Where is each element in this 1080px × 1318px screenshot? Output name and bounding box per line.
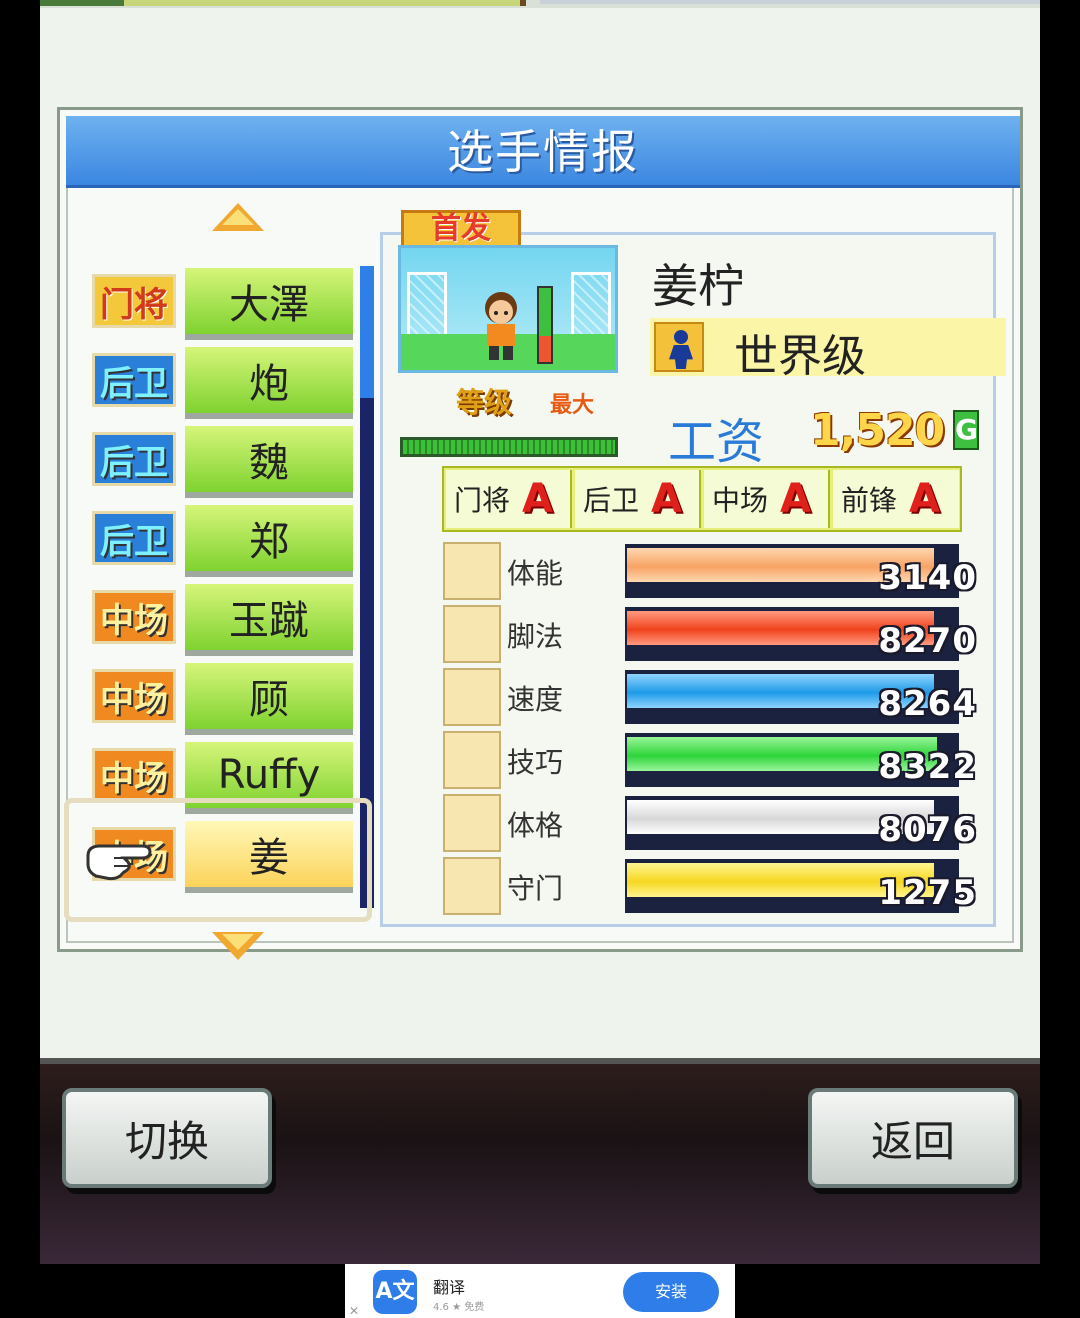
- player-name-button[interactable]: 郑: [185, 505, 353, 577]
- ad-title: 翻译: [433, 1278, 466, 1297]
- scroll-down-arrow-icon[interactable]: [212, 932, 264, 960]
- grade-badge: A: [909, 476, 940, 522]
- level-bar: [400, 437, 618, 457]
- grade-badge: A: [522, 476, 553, 522]
- stat-value: 8264: [878, 684, 977, 724]
- stat-value: 1275: [878, 873, 977, 913]
- pointing-hand-icon: [86, 844, 152, 881]
- stat-value: 8076: [878, 810, 977, 850]
- roster-row[interactable]: 中场 顾: [90, 661, 380, 739]
- salary-label: 工资: [668, 414, 765, 470]
- stat-row: 体能 3140: [443, 538, 983, 600]
- aptitude-forward: 前锋 A: [833, 470, 959, 528]
- player-portrait: [398, 245, 618, 373]
- stat-row: 技巧 8322: [443, 727, 983, 789]
- ad-rating: 4.6 ★ 免费: [433, 1302, 485, 1313]
- player-info-dialog: 选手情报 门将 大澤 后卫 炮 后卫 魏 后卫 郑 中场 玉蹴 中场 顾 中场 …: [57, 107, 1023, 960]
- battery-icon: [443, 542, 501, 600]
- roster-row[interactable]: 门将 大澤: [90, 266, 380, 344]
- position-badge: 后卫: [92, 432, 176, 486]
- position-badge: 中场: [92, 748, 176, 802]
- running-icon: [443, 668, 501, 726]
- glove-icon: [443, 857, 501, 915]
- roster-row[interactable]: 中场 玉蹴: [90, 582, 380, 660]
- grade-badge: A: [651, 476, 682, 522]
- close-icon[interactable]: ✕: [349, 1304, 359, 1318]
- stat-row: 守门 1275: [443, 853, 983, 915]
- player-name-title: 姜柠: [652, 259, 744, 313]
- page-title: 选手情报: [447, 125, 639, 179]
- boot-icon: [443, 605, 501, 663]
- person-icon: [654, 322, 704, 372]
- player-name-button[interactable]: 玉蹴: [185, 584, 353, 656]
- player-sprite-icon: [485, 292, 517, 360]
- top-status-bar: [40, 0, 1040, 8]
- aptitude-midfielder: 中场 A: [704, 470, 830, 528]
- aptitude-defender: 后卫 A: [575, 470, 701, 528]
- roster-row[interactable]: 后卫 魏: [90, 424, 380, 502]
- position-badge: 中场: [92, 590, 176, 644]
- rank-label: 世界级: [734, 331, 866, 382]
- level-value: 最大: [550, 393, 595, 418]
- rank-row: 世界级: [650, 318, 1006, 382]
- level-label: 等级: [456, 386, 513, 419]
- roster-row[interactable]: 后卫 郑: [90, 503, 380, 581]
- position-badge: 后卫: [92, 511, 176, 565]
- stat-list: 体能 3140 脚法 8270 速度 8264 技巧 8322 体格 8076 …: [443, 538, 983, 918]
- level-panel: 等级 最大: [400, 375, 622, 463]
- stat-row: 脚法 8270: [443, 601, 983, 663]
- roster-row[interactable]: 后卫 炮: [90, 345, 380, 423]
- condition-gauge: [537, 286, 553, 364]
- player-name-button[interactable]: 炮: [185, 347, 353, 419]
- starter-badge: 首发: [401, 210, 521, 248]
- position-badge: 中场: [92, 669, 176, 723]
- back-button[interactable]: 返回: [808, 1088, 1018, 1188]
- stat-value: 8322: [878, 747, 977, 787]
- switch-button[interactable]: 切换: [62, 1088, 272, 1188]
- player-name-button[interactable]: 顾: [185, 663, 353, 735]
- game-screen: 选手情报 门将 大澤 后卫 炮 后卫 魏 后卫 郑 中场 玉蹴 中场 顾 中场 …: [40, 0, 1040, 1264]
- install-button[interactable]: 安装: [623, 1272, 719, 1312]
- stat-value: 8270: [878, 621, 977, 661]
- gold-currency-icon: G: [953, 410, 979, 450]
- stat-value: 3140: [878, 558, 977, 598]
- salary-value: 1,520: [810, 405, 945, 456]
- player-name-button[interactable]: 大澤: [185, 268, 353, 340]
- translate-app-icon: A文: [373, 1270, 417, 1314]
- scroll-up-arrow-icon[interactable]: [212, 203, 264, 231]
- position-badge: 门将: [92, 274, 176, 328]
- player-name-button[interactable]: 魏: [185, 426, 353, 498]
- ad-banner[interactable]: A文 翻译 4.6 ★ 免费 安装 ✕: [345, 1264, 735, 1318]
- title-bar: 选手情报: [66, 116, 1020, 188]
- stat-row: 体格 8076: [443, 790, 983, 852]
- aptitude-goalkeeper: 门将 A: [446, 470, 572, 528]
- position-badge: 后卫: [92, 353, 176, 407]
- stat-row: 速度 8264: [443, 664, 983, 726]
- muscle-icon: [443, 794, 501, 852]
- dribble-icon: [443, 731, 501, 789]
- grade-badge: A: [780, 476, 811, 522]
- position-aptitudes: 门将 A 后卫 A 中场 A 前锋 A: [442, 466, 962, 532]
